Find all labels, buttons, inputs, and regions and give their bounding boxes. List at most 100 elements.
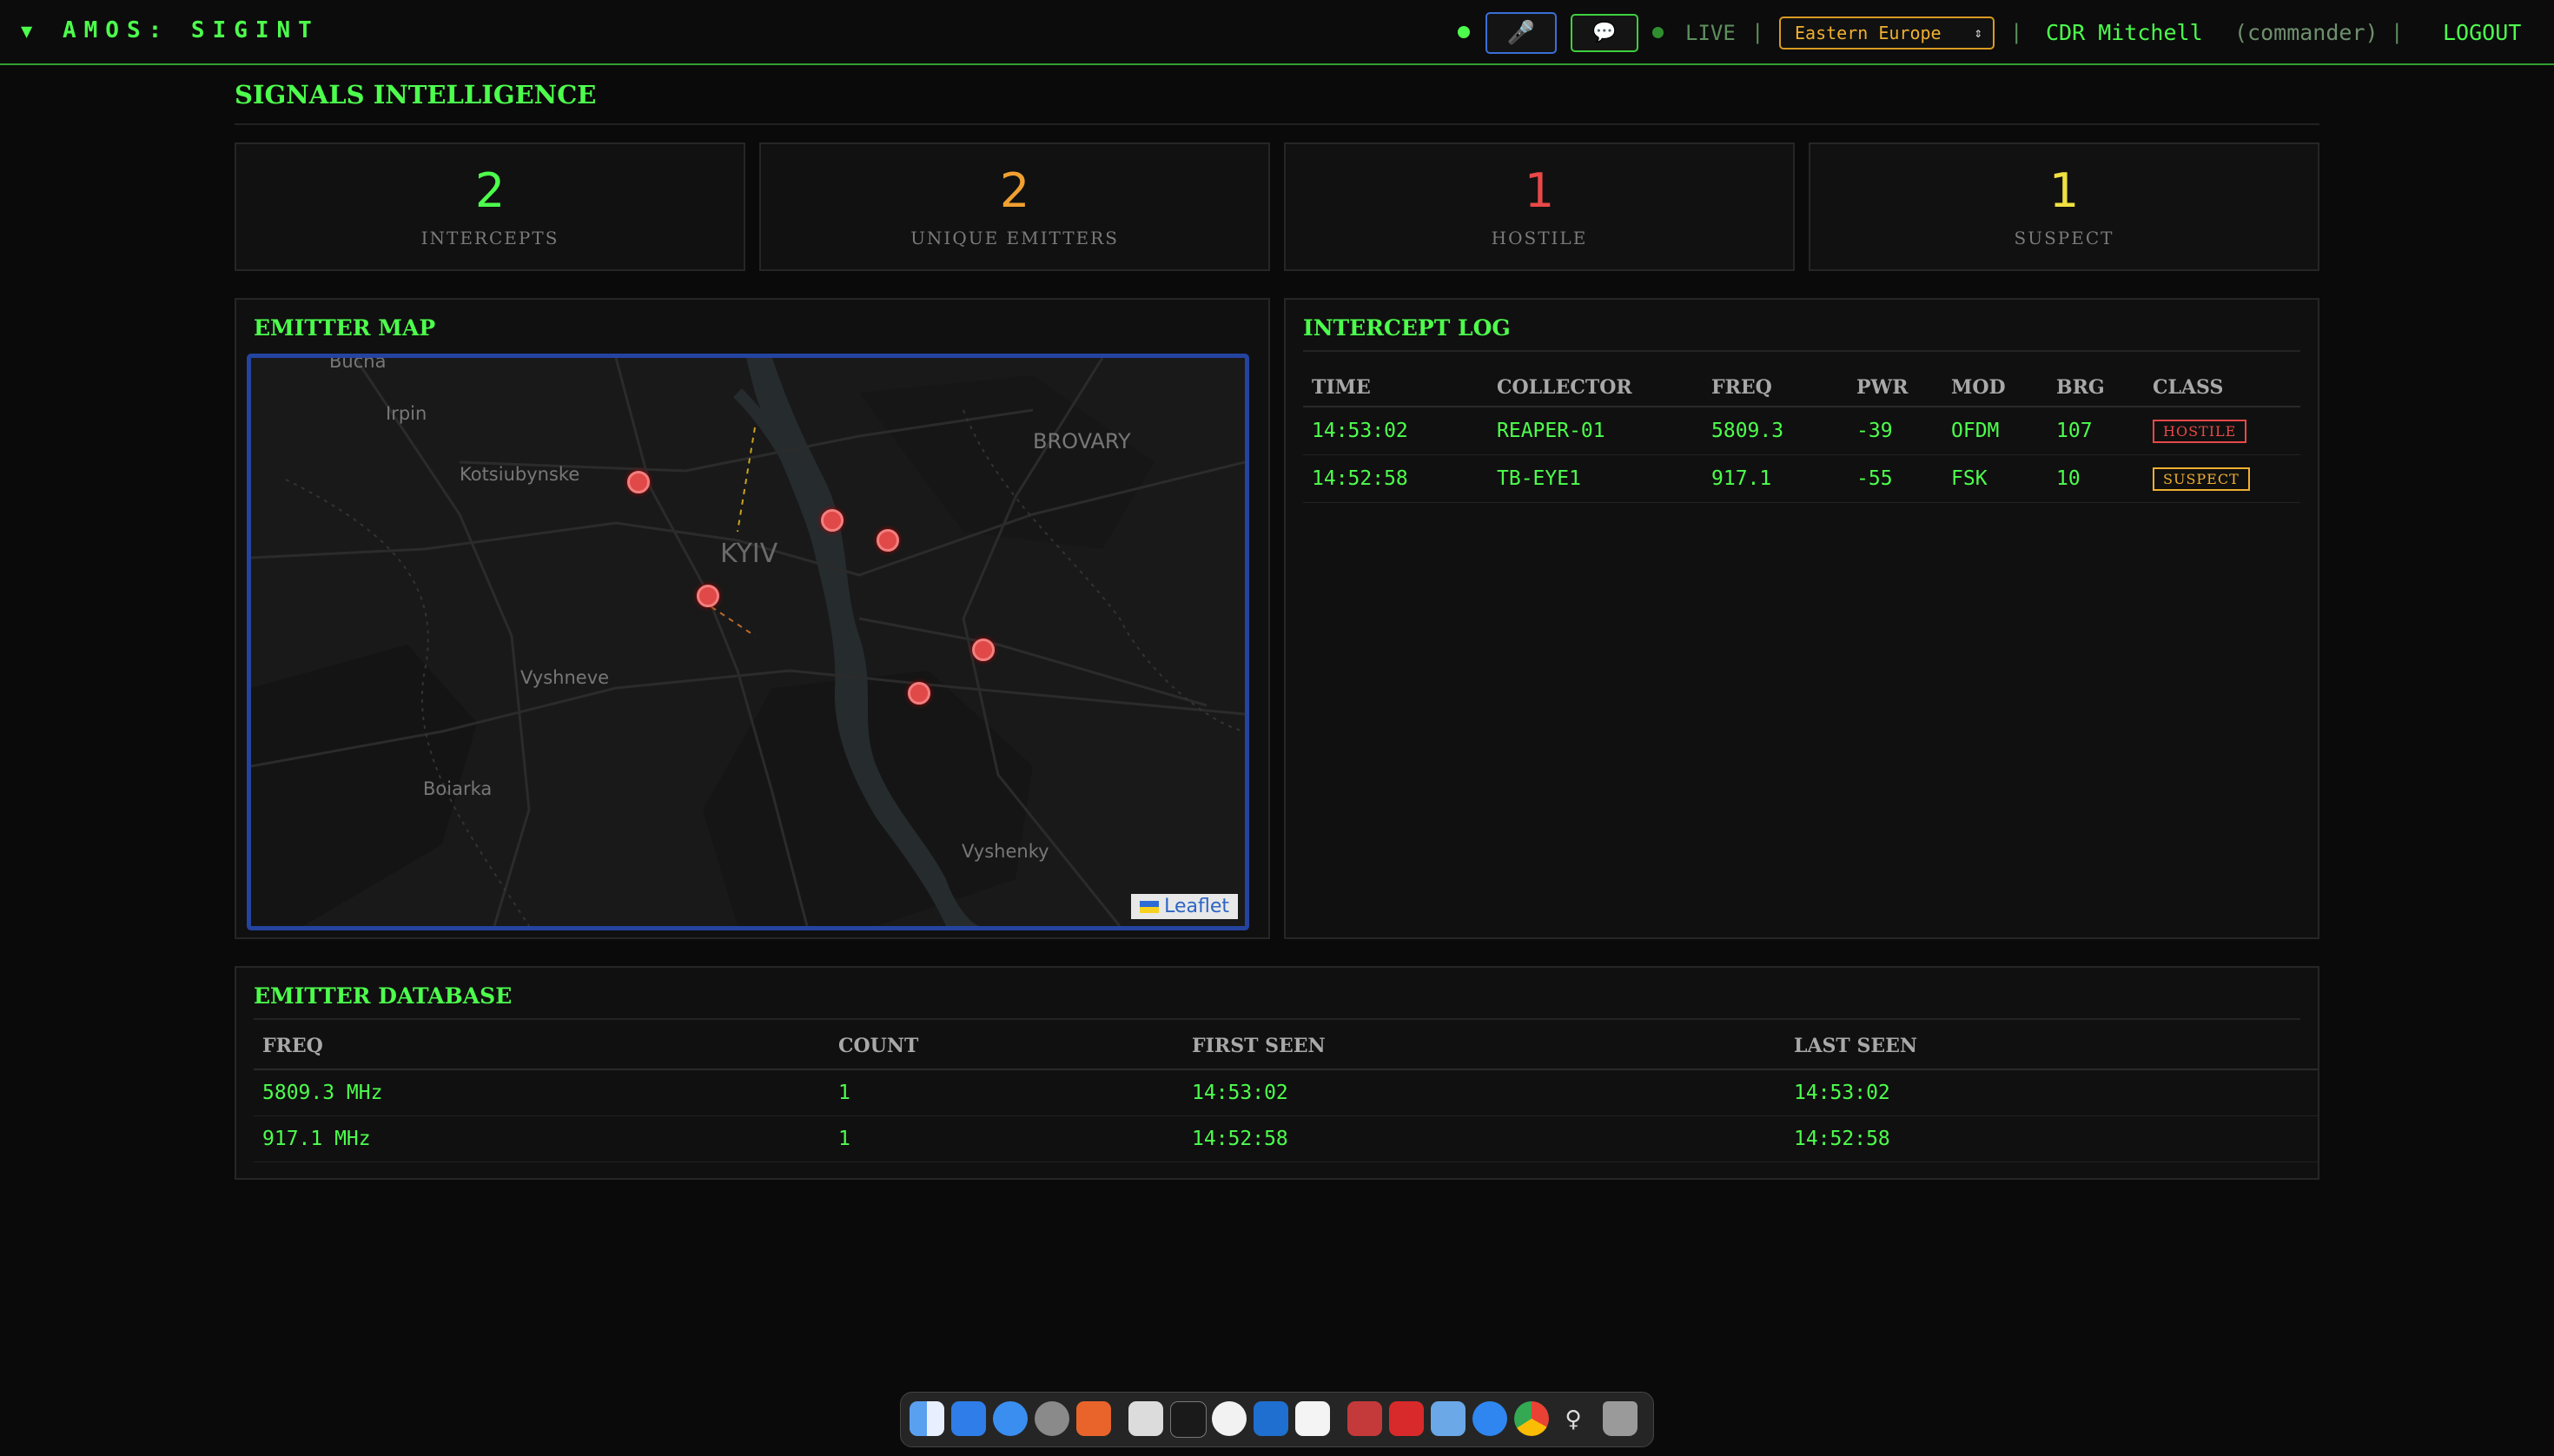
chrome-icon[interactable]: [1514, 1401, 1549, 1436]
emitter-marker[interactable]: [697, 585, 719, 607]
chatgpt-icon[interactable]: [1212, 1401, 1247, 1436]
acrobat-icon[interactable]: [1389, 1401, 1424, 1436]
stat-card-hostile: 1 HOSTILE: [1284, 142, 1795, 271]
app-title: AMOS: SIGINT: [63, 17, 320, 43]
ukraine-flag-icon: [1140, 901, 1160, 913]
page-title: SIGNALS INTELLIGENCE: [235, 80, 597, 109]
cell-brg: 10: [2048, 454, 2144, 503]
table-row[interactable]: 917.1 MHz 1 14:52:58 14:52:58: [254, 1115, 2318, 1162]
map-label-brovary: BROVARY: [1033, 429, 1131, 453]
column-header: TIME: [1303, 369, 1488, 407]
textedit-icon[interactable]: [1295, 1401, 1330, 1436]
cell-freq: 5809.3: [1703, 407, 1848, 455]
emitter-map[interactable]: Bucha Irpin Kotsiubynske KYIV BROVARY Vy…: [247, 354, 1249, 930]
mic-button[interactable]: 🎤: [1485, 12, 1557, 54]
column-header: MOD: [1942, 369, 2048, 407]
separator: |: [1751, 20, 1764, 44]
cell-collector: REAPER-01: [1488, 407, 1703, 455]
stat-label: SUSPECT: [2014, 228, 2114, 248]
table-row[interactable]: 5809.3 MHz 1 14:53:02 14:53:02: [254, 1069, 2318, 1116]
cell-pwr: -55: [1848, 454, 1942, 503]
top-bar: ▼ AMOS: SIGINT 🎤 💬 LIVE | Eastern Europe…: [0, 0, 2554, 65]
table-header-row: TIME COLLECTOR FREQ PWR MOD BRG CLASS: [1303, 369, 2300, 407]
cell-first-seen: 14:52:58: [1183, 1115, 1785, 1162]
divider: [1303, 350, 2300, 352]
venus-icon[interactable]: ♀: [1556, 1401, 1591, 1436]
map-label-kotsiubynske: Kotsiubynske: [460, 464, 580, 485]
trash-icon[interactable]: [1603, 1401, 1638, 1436]
emitter-map-panel: EMITTER MAP Bucha Irpin Kotsiubynske KYI…: [235, 298, 1270, 939]
cell-time: 14:53:02: [1303, 407, 1488, 455]
region-select[interactable]: Eastern Europe ⇕: [1779, 17, 1995, 50]
settings-icon[interactable]: [1035, 1401, 1069, 1436]
attribution-link[interactable]: Leaflet: [1164, 896, 1229, 917]
column-header: LAST SEEN: [1785, 1023, 2318, 1070]
cell-time: 14:52:58: [1303, 454, 1488, 503]
logout-button[interactable]: LOGOUT: [2443, 20, 2521, 45]
map-label-boiarka: Boiarka: [423, 778, 493, 799]
emitter-marker[interactable]: [627, 471, 650, 493]
table-row[interactable]: 14:53:02 REAPER-01 5809.3 -39 OFDM 107 H…: [1303, 407, 2300, 455]
emitter-marker[interactable]: [877, 529, 899, 552]
terminal-icon[interactable]: [1170, 1401, 1207, 1438]
stat-card-unique-emitters: 2 UNIQUE EMITTERS: [759, 142, 1270, 271]
intercept-table: TIME COLLECTOR FREQ PWR MOD BRG CLASS 14…: [1303, 369, 2300, 503]
column-header: PWR: [1848, 369, 1942, 407]
table-row[interactable]: 14:52:58 TB-EYE1 917.1 -55 FSK 10 SUSPEC…: [1303, 454, 2300, 503]
column-header: FREQ: [254, 1023, 830, 1070]
separator: |: [2391, 20, 2404, 44]
class-badge-hostile: HOSTILE: [2153, 420, 2247, 443]
chat-button[interactable]: 💬: [1571, 14, 1638, 52]
finder-icon[interactable]: [910, 1401, 944, 1436]
separator: |: [2010, 20, 2023, 44]
cell-last-seen: 14:52:58: [1785, 1115, 2318, 1162]
safari-icon[interactable]: [993, 1401, 1028, 1436]
stat-value: 2: [999, 163, 1030, 218]
outlook-icon[interactable]: [1254, 1401, 1288, 1436]
cell-brg: 107: [2048, 407, 2144, 455]
map-label-bucha: Bucha: [329, 354, 387, 372]
column-header: BRG: [2048, 369, 2144, 407]
column-header: FREQ: [1703, 369, 1848, 407]
mail-icon[interactable]: [951, 1401, 986, 1436]
cell-count: 1: [830, 1069, 1183, 1116]
emitter-marker[interactable]: [972, 639, 995, 661]
notes-icon[interactable]: [1128, 1401, 1163, 1436]
stat-label: INTERCEPTS: [420, 228, 559, 248]
stat-value: 1: [2048, 163, 2080, 218]
live-indicator: LIVE: [1685, 21, 1736, 45]
divider: [254, 1018, 2300, 1020]
map-label-kyiv: KYIV: [720, 539, 778, 569]
cell-mod: OFDM: [1942, 407, 2048, 455]
map-label-vyshenky: Vyshenky: [962, 841, 1049, 862]
intercept-log-panel: INTERCEPT LOG TIME COLLECTOR FREQ PWR MO…: [1284, 298, 2319, 939]
stat-value: 2: [474, 163, 506, 218]
appstore-icon[interactable]: [1472, 1401, 1507, 1436]
brave-icon[interactable]: [1076, 1401, 1111, 1436]
region-select-value: Eastern Europe: [1795, 23, 1942, 43]
cell-class: HOSTILE: [2144, 407, 2300, 455]
cell-freq: 917.1 MHz: [254, 1115, 830, 1162]
cell-last-seen: 14:53:02: [1785, 1069, 2318, 1116]
map-attribution[interactable]: Leaflet: [1131, 894, 1238, 919]
panel-title: EMITTER DATABASE: [254, 983, 513, 1009]
cell-freq: 917.1: [1703, 454, 1848, 503]
map-label-irpin: Irpin: [386, 403, 427, 424]
menu-caret-icon[interactable]: ▼: [21, 21, 32, 43]
launcher-icon[interactable]: [1347, 1401, 1382, 1436]
mic-status-dot: [1458, 26, 1470, 38]
cell-mod: FSK: [1942, 454, 2048, 503]
cell-first-seen: 14:53:02: [1183, 1069, 1785, 1116]
live-status-dot: [1652, 27, 1664, 38]
dock: ♀: [900, 1392, 1654, 1447]
preview-icon[interactable]: [1431, 1401, 1466, 1436]
class-badge-suspect: SUSPECT: [2153, 467, 2250, 491]
emitter-marker[interactable]: [821, 509, 844, 532]
table-header-row: FREQ COUNT FIRST SEEN LAST SEEN: [254, 1023, 2318, 1070]
cell-class: SUSPECT: [2144, 454, 2300, 503]
chat-bubble-icon: 💬: [1592, 22, 1617, 43]
map-label-vyshneve: Vyshneve: [520, 667, 610, 688]
cell-count: 1: [830, 1115, 1183, 1162]
emitter-marker[interactable]: [908, 682, 930, 705]
user-role: (commander): [2234, 20, 2379, 45]
